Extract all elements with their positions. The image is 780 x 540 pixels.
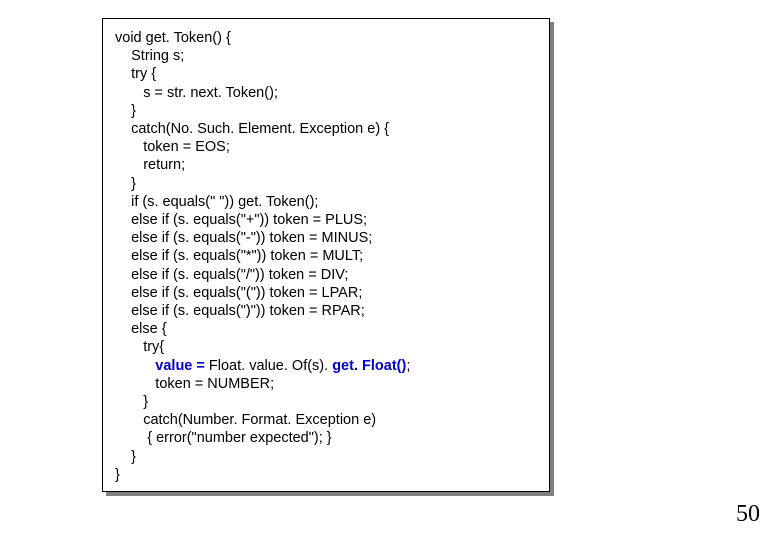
code-line: try { bbox=[115, 65, 537, 83]
highlight-text: value = bbox=[155, 358, 209, 374]
code-line: else { bbox=[115, 320, 537, 338]
code-line: if (s. equals(" ")) get. Token(); bbox=[115, 193, 537, 211]
code-line: } bbox=[115, 466, 537, 484]
code-line: void get. Token() { bbox=[115, 29, 537, 47]
code-line: else if (s. equals("*")) token = MULT; bbox=[115, 247, 537, 265]
code-box: void get. Token() { String s; try { s = … bbox=[102, 18, 550, 492]
code-line: try{ bbox=[115, 338, 537, 356]
code-line: token = NUMBER; bbox=[115, 375, 537, 393]
code-line: } bbox=[115, 448, 537, 466]
page-number: 50 bbox=[736, 501, 760, 528]
code-line: return; bbox=[115, 156, 537, 174]
code-line: } bbox=[115, 393, 537, 411]
code-line: } bbox=[115, 102, 537, 120]
code-line: token = EOS; bbox=[115, 138, 537, 156]
code-line: s = str. next. Token(); bbox=[115, 84, 537, 102]
code-suffix: ; bbox=[406, 358, 410, 374]
code-line: catch(No. Such. Element. Exception e) { bbox=[115, 120, 537, 138]
code-line: } bbox=[115, 175, 537, 193]
code-line: catch(Number. Format. Exception e) bbox=[115, 411, 537, 429]
highlight-text: get. Float() bbox=[328, 358, 406, 374]
code-line: else if (s. equals("/")) token = DIV; bbox=[115, 266, 537, 284]
code-line: else if (s. equals("(")) token = LPAR; bbox=[115, 284, 537, 302]
code-line: else if (s. equals("-")) token = MINUS; bbox=[115, 229, 537, 247]
code-indent bbox=[115, 358, 155, 374]
code-line: String s; bbox=[115, 47, 537, 65]
code-highlight-line: value = Float. value. Of(s). get. Float(… bbox=[115, 357, 537, 375]
highlight-mid: Float. value. Of(s). bbox=[209, 358, 328, 374]
code-line: { error("number expected"); } bbox=[115, 429, 537, 447]
code-line: else if (s. equals(")")) token = RPAR; bbox=[115, 302, 537, 320]
code-line: else if (s. equals("+")) token = PLUS; bbox=[115, 211, 537, 229]
